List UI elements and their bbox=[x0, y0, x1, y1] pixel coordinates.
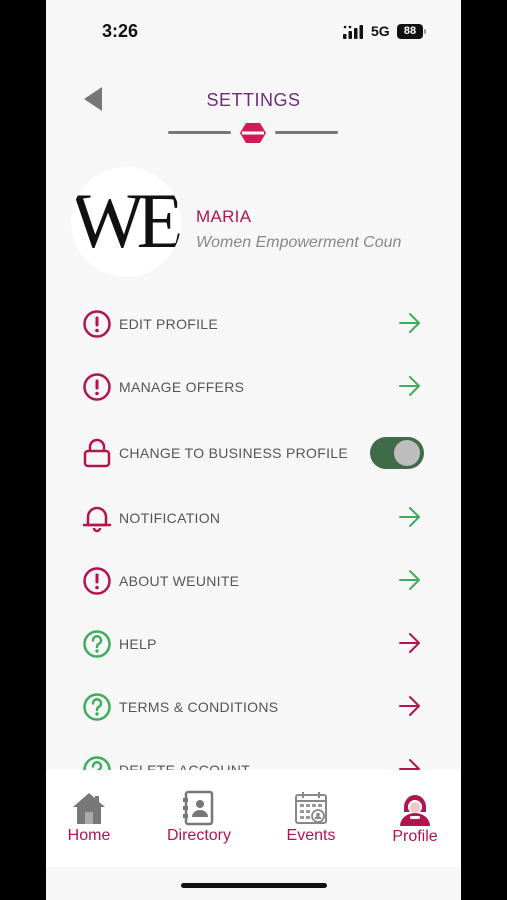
menu-item-manage-offers[interactable]: MANAGE OFFERS bbox=[82, 367, 427, 407]
nav-profile[interactable]: Profile bbox=[365, 770, 461, 860]
menu-label: MANAGE OFFERS bbox=[119, 379, 245, 395]
menu-item-edit-profile[interactable]: EDIT PROFILE bbox=[82, 304, 427, 344]
directory-icon bbox=[183, 790, 214, 826]
calendar-icon bbox=[295, 792, 327, 824]
avatar[interactable]: WE bbox=[71, 167, 181, 277]
menu-label: HELP bbox=[119, 636, 157, 652]
home-indicator bbox=[181, 883, 327, 888]
profile-icon bbox=[400, 795, 430, 826]
nav-label: Events bbox=[286, 827, 336, 844]
nav-label: Home bbox=[67, 827, 111, 844]
app-screen: 3:26 5G 88 SETTINGS WE MARIA Women Empow… bbox=[46, 0, 461, 900]
battery-tip bbox=[424, 29, 426, 34]
alert-circle-icon bbox=[83, 310, 111, 338]
network-type: 5G bbox=[371, 23, 390, 39]
arrow-right-icon[interactable] bbox=[398, 569, 422, 591]
nav-directory[interactable]: Directory bbox=[149, 770, 249, 860]
help-circle-icon bbox=[83, 693, 111, 721]
toggle-knob bbox=[394, 440, 420, 466]
nav-home[interactable]: Home bbox=[46, 770, 139, 860]
menu-label: TERMS & CONDITIONS bbox=[119, 699, 279, 715]
menu-label: NOTIFICATION bbox=[119, 510, 221, 526]
status-time: 3:26 bbox=[102, 21, 139, 41]
cellular-signal-icon bbox=[343, 25, 363, 39]
alert-circle-icon bbox=[83, 567, 111, 595]
nav-label: Profile bbox=[392, 828, 438, 845]
menu-label: ABOUT WEUNITE bbox=[119, 573, 240, 589]
lock-icon bbox=[83, 438, 111, 468]
gem-icon bbox=[240, 123, 266, 143]
arrow-right-icon[interactable] bbox=[398, 375, 422, 397]
arrow-right-icon[interactable] bbox=[398, 632, 422, 654]
arrow-right-icon[interactable] bbox=[398, 506, 422, 528]
status-bar: 3:26 5G 88 bbox=[46, 0, 461, 60]
bell-icon bbox=[82, 506, 112, 533]
home-icon bbox=[73, 793, 105, 824]
menu-item-terms[interactable]: TERMS & CONDITIONS bbox=[82, 687, 427, 727]
nav-events[interactable]: Events bbox=[261, 770, 361, 860]
arrow-right-icon[interactable] bbox=[398, 695, 422, 717]
profile-name: MARIA bbox=[196, 207, 252, 226]
alert-circle-icon bbox=[83, 373, 111, 401]
profile-organization: Women Empowerment Coun bbox=[196, 234, 402, 251]
page-title: SETTINGS bbox=[206, 90, 301, 110]
battery-icon: 88 bbox=[397, 24, 423, 39]
arrow-right-icon[interactable] bbox=[398, 312, 422, 334]
menu-label: CHANGE TO BUSINESS PROFILE bbox=[119, 445, 349, 461]
menu-item-notification[interactable]: NOTIFICATION bbox=[82, 498, 427, 538]
nav-label: Directory bbox=[166, 827, 231, 844]
menu-item-about[interactable]: ABOUT WEUNITE bbox=[82, 561, 427, 601]
menu-item-help[interactable]: HELP bbox=[82, 624, 427, 664]
help-circle-icon bbox=[83, 630, 111, 658]
avatar-logo: WE bbox=[71, 177, 181, 264]
bottom-nav: Home Directory Events Profile bbox=[46, 770, 461, 867]
business-profile-toggle[interactable] bbox=[370, 437, 424, 469]
title-divider bbox=[168, 120, 338, 146]
menu-label: EDIT PROFILE bbox=[119, 316, 219, 332]
